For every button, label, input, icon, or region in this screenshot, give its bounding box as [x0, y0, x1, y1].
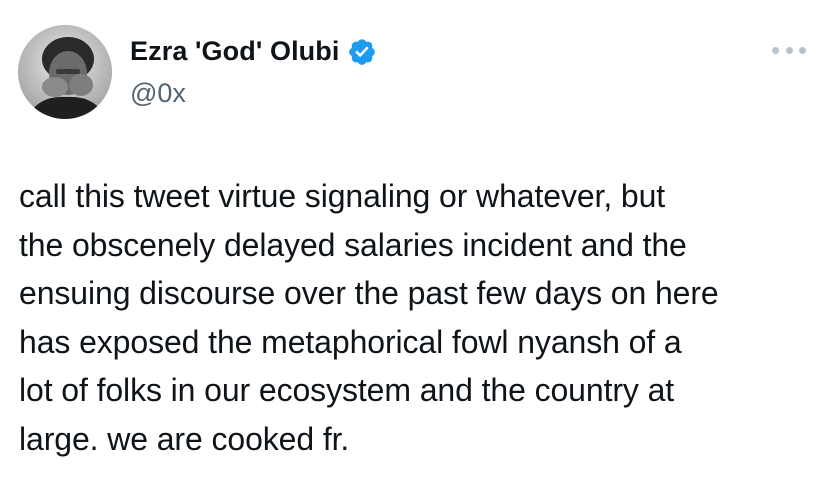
author-handle[interactable]: @0x — [130, 78, 186, 109]
more-dot — [772, 46, 779, 54]
verified-badge-icon — [347, 37, 377, 67]
author-name-row: Ezra 'God' Olubi — [130, 36, 377, 67]
tweet-body-line: lot of folks in our ecosystem and the co… — [19, 372, 675, 408]
tweet-card: Ezra 'God' Olubi @0x call this tweet vir… — [0, 0, 828, 503]
tweet-body-line: ensuing discourse over the past few days… — [19, 275, 719, 311]
tweet-body-line: call this tweet virtue signaling or what… — [19, 178, 666, 214]
more-dot — [785, 46, 793, 54]
tweet-body-line: large. we are cooked fr. — [19, 420, 350, 457]
author-avatar[interactable] — [18, 25, 112, 119]
avatar-photo — [18, 25, 112, 119]
more-dot — [799, 46, 806, 54]
author-display-name[interactable]: Ezra 'God' Olubi — [130, 36, 339, 67]
more-options-icon[interactable] — [772, 40, 806, 60]
tweet-body-line: has exposed the metaphorical fowl nyansh… — [19, 323, 682, 360]
tweet-body-line: the obscenely delayed salaries incident … — [19, 226, 687, 263]
tweet-body: call this tweet virtue signaling or what… — [19, 172, 809, 463]
